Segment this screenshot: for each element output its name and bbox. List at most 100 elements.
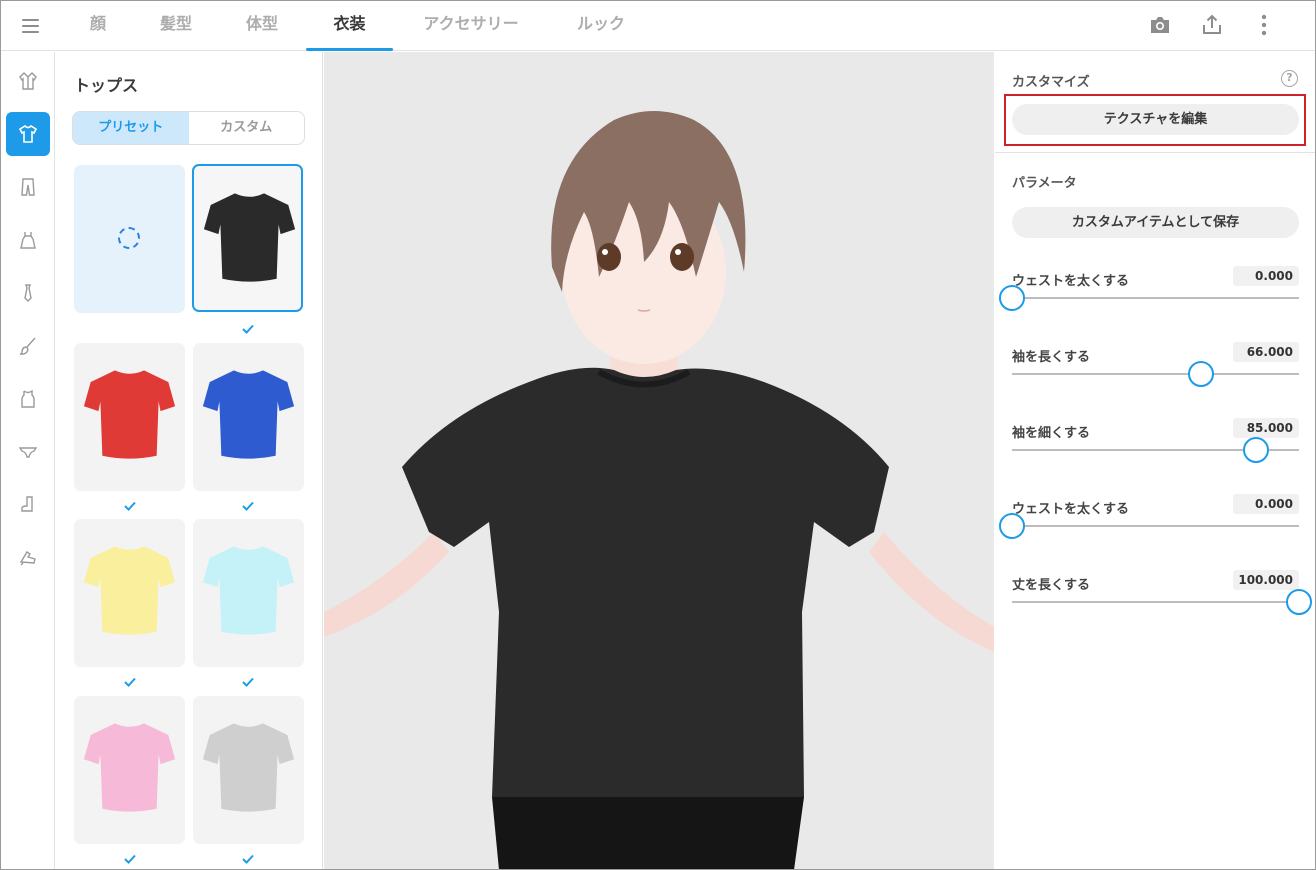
rail-item-bottoms[interactable] <box>6 165 50 209</box>
preset-custom-toggle: プリセット カスタム <box>72 111 305 145</box>
avatar-preview <box>324 111 994 869</box>
slider-label: 袖を長くする <box>1012 350 1091 365</box>
slider-waist-1: ウェストを太くする 0.000 <box>999 266 1299 330</box>
tile-blue-tshirt[interactable] <box>193 343 304 491</box>
slider-value[interactable]: 0.000 <box>1233 494 1299 514</box>
slider-label: ウェストを太くする <box>1012 274 1130 289</box>
black-tshirt <box>402 367 889 805</box>
outer-icon <box>19 72 37 90</box>
segment-preset[interactable]: プリセット <box>73 112 189 144</box>
check-icon <box>242 677 254 687</box>
slider-label: 丈を長くする <box>1012 578 1091 593</box>
tshirt-blue-icon <box>202 370 295 459</box>
more-vertical-icon[interactable] <box>1251 12 1277 38</box>
right-arm <box>869 532 994 652</box>
avatar-viewport[interactable] <box>324 52 994 869</box>
share-icon[interactable] <box>1199 12 1225 38</box>
check-icon <box>242 324 254 334</box>
tshirt-yellow-icon <box>83 546 176 635</box>
tile-red-tshirt[interactable] <box>74 343 185 491</box>
socks-icon <box>21 496 33 512</box>
rail-item-necktie[interactable] <box>6 271 50 315</box>
help-icon[interactable]: ? <box>1281 70 1298 87</box>
necktie-icon <box>24 284 32 302</box>
slider-sleeve-thin: 袖を細くする 85.000 <box>1012 418 1299 482</box>
slider-track[interactable] <box>1012 373 1299 375</box>
slider-value[interactable]: 66.000 <box>1233 342 1299 362</box>
slider-waist-2: ウェストを太くする 0.000 <box>999 494 1299 558</box>
check-icon <box>242 854 254 864</box>
rail-item-brush[interactable] <box>6 324 50 368</box>
tshirt-lightblue-icon <box>202 546 295 635</box>
slider-knob[interactable] <box>1242 437 1269 463</box>
edit-texture-button[interactable]: テクスチャを編集 <box>1012 104 1299 135</box>
save-custom-item-button[interactable]: カスタムアイテムとして保存 <box>1012 207 1299 238</box>
slider-track[interactable] <box>1012 297 1299 299</box>
tshirt-black-icon <box>203 193 296 282</box>
rail-item-underwear[interactable] <box>6 430 50 474</box>
right-eye <box>670 243 694 271</box>
slider-track[interactable] <box>1012 601 1299 603</box>
tile-black-tshirt[interactable] <box>192 164 303 312</box>
customize-panel: カスタマイズ ? テクスチャを編集 パラメータ カスタムアイテムとして保存 ウェ… <box>995 52 1315 869</box>
left-eye <box>597 243 621 271</box>
top-bar: 顔 髪型 体型 衣装 アクセサリー ルック <box>1 1 1315 51</box>
tab-look[interactable]: ルック <box>561 1 641 51</box>
slider-knob[interactable] <box>1188 361 1215 387</box>
slider-value[interactable]: 85.000 <box>1233 418 1299 438</box>
tab-body[interactable]: 体型 <box>235 1 289 51</box>
tile-loading[interactable] <box>74 165 185 313</box>
panel-title: トップス <box>74 76 139 95</box>
tile-lightblue-tshirt[interactable] <box>193 519 304 667</box>
tops-icon <box>18 124 38 143</box>
tab-face[interactable]: 顔 <box>79 1 117 51</box>
black-pants <box>492 797 804 869</box>
camera-icon[interactable] <box>1147 12 1173 38</box>
slider-length: 丈を長くする 100.000 <box>1012 570 1312 634</box>
rail-item-socks[interactable] <box>6 483 50 527</box>
rail-item-onepiece[interactable] <box>6 218 50 262</box>
customize-title: カスタマイズ <box>1012 75 1090 90</box>
tab-accessory[interactable]: アクセサリー <box>411 1 531 51</box>
tshirt-pink-icon <box>83 723 176 812</box>
slider-sleeve-length: 袖を長くする 66.000 <box>1012 342 1299 406</box>
brush-icon <box>19 337 36 355</box>
slider-label: 袖を細くする <box>1012 426 1091 441</box>
slider-knob[interactable] <box>999 513 1025 539</box>
right-eye-highlight <box>675 249 681 255</box>
tab-costume[interactable]: 衣装 <box>306 1 393 51</box>
innerwear-icon <box>21 389 35 408</box>
tile-pink-tshirt[interactable] <box>74 696 185 844</box>
loading-spinner-icon <box>118 227 140 249</box>
parameters-title: パラメータ <box>1012 176 1077 191</box>
slider-track[interactable] <box>1012 525 1299 527</box>
slider-value[interactable]: 100.000 <box>1233 570 1299 590</box>
tab-hairstyle[interactable]: 髪型 <box>149 1 203 51</box>
slider-value[interactable]: 0.000 <box>1233 266 1299 286</box>
shoes-icon <box>19 551 36 566</box>
check-icon <box>124 677 136 687</box>
onepiece-icon <box>20 232 36 249</box>
slider-label: ウェストを太くする <box>1012 502 1130 517</box>
tile-gray-tshirt[interactable] <box>193 696 304 844</box>
check-icon <box>242 501 254 511</box>
left-arm <box>324 532 449 637</box>
slider-knob[interactable] <box>1286 589 1312 615</box>
tile-yellow-tshirt[interactable] <box>74 519 185 667</box>
slider-knob[interactable] <box>999 285 1025 311</box>
left-eye-highlight <box>602 249 608 255</box>
check-icon <box>124 501 136 511</box>
menu-icon[interactable] <box>13 14 47 38</box>
rail-item-outer[interactable] <box>6 59 50 103</box>
rail-item-shoes[interactable] <box>6 536 50 580</box>
divider <box>995 152 1315 153</box>
rail-item-innerwear[interactable] <box>6 377 50 421</box>
item-panel: トップス プリセット カスタム <box>56 52 323 869</box>
segment-custom[interactable]: カスタム <box>189 112 305 144</box>
bottoms-icon <box>21 178 35 196</box>
underwear-icon <box>18 447 38 458</box>
check-icon <box>124 854 136 864</box>
category-rail <box>1 52 55 869</box>
rail-item-tops[interactable] <box>6 112 50 156</box>
tshirt-red-icon <box>83 370 176 459</box>
